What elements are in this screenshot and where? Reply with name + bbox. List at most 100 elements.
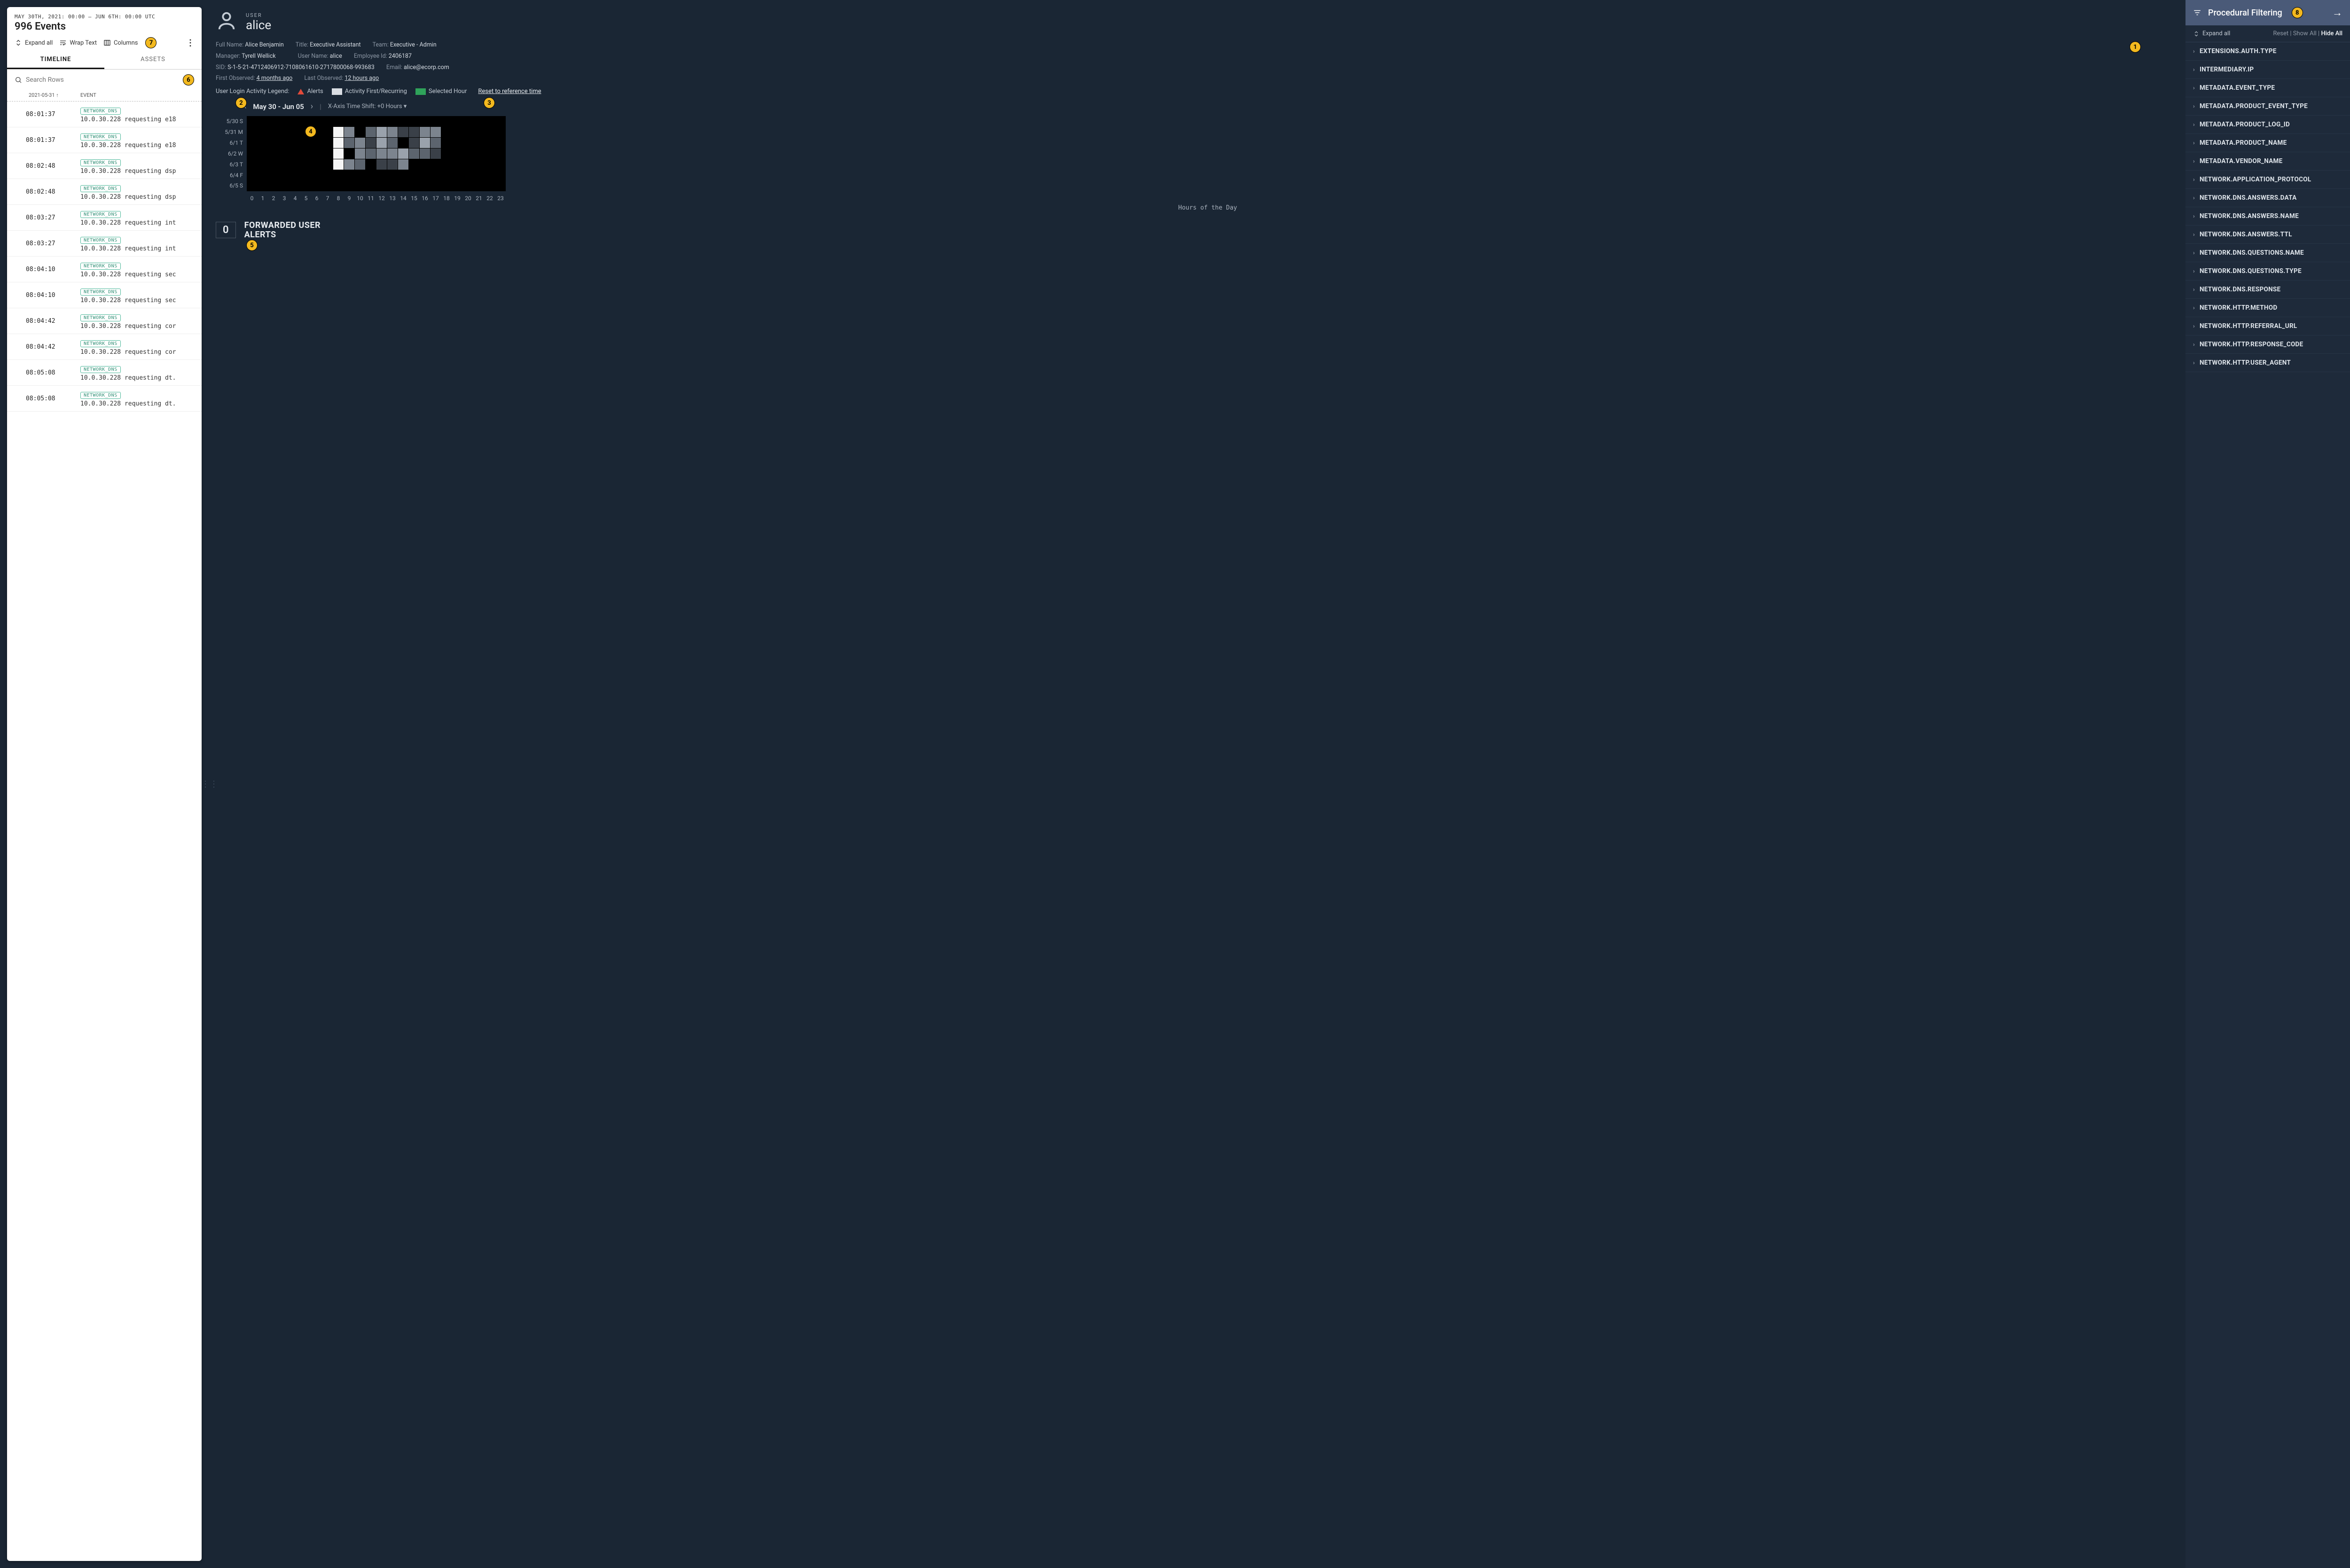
heatmap-cell[interactable] [268,159,279,170]
heatmap-cell[interactable] [322,170,333,180]
heatmap-cell[interactable] [420,181,430,191]
heatmap-cell[interactable] [495,148,506,159]
heatmap-cell[interactable] [463,127,473,137]
heatmap-cell[interactable] [355,138,365,148]
wrap-text-button[interactable]: Wrap Text [59,39,97,47]
heatmap-cell[interactable] [441,116,452,126]
heatmap-cell[interactable] [431,159,441,170]
heatmap-cell[interactable] [258,138,268,148]
heatmap-cell[interactable] [485,138,495,148]
filter-item[interactable]: ›NETWORK.DNS.RESPONSE [2186,281,2350,299]
filter-item[interactable]: ›NETWORK.DNS.QUESTIONS.NAME [2186,244,2350,262]
filter-item[interactable]: ›NETWORK.HTTP.RESPONSE_CODE [2186,335,2350,354]
heatmap-cell[interactable] [398,159,408,170]
heatmap-cell[interactable] [420,159,430,170]
more-menu-button[interactable]: ⋮ [186,38,194,48]
heatmap-cell[interactable] [431,170,441,180]
heatmap-cell[interactable] [290,170,300,180]
heatmap-cell[interactable] [366,116,376,126]
filter-item[interactable]: ›NETWORK.APPLICATION_PROTOCOL [2186,171,2350,189]
heatmap-cell[interactable] [333,116,344,126]
heatmap-cell[interactable] [398,148,408,159]
heatmap-cell[interactable] [452,127,462,137]
heatmap-cell[interactable] [247,181,257,191]
heatmap-cell[interactable] [431,116,441,126]
heatmap-cell[interactable] [366,159,376,170]
heatmap-cell[interactable] [247,127,257,137]
heatmap-cell[interactable] [441,159,452,170]
heatmap-cell[interactable] [431,181,441,191]
heatmap-cell[interactable] [376,138,387,148]
heatmap-cell[interactable] [420,127,430,137]
heatmap-cell[interactable] [398,127,408,137]
heatmap-cell[interactable] [247,116,257,126]
heatmap-cell[interactable] [312,170,322,180]
heatmap-cell[interactable] [485,181,495,191]
heatmap-cell[interactable] [420,138,430,148]
heatmap-cell[interactable] [312,159,322,170]
filter-item[interactable]: ›METADATA.PRODUCT_NAME [2186,134,2350,152]
filter-item[interactable]: ›EXTENSIONS.AUTH.TYPE [2186,42,2350,61]
heatmap-cell[interactable] [258,127,268,137]
heatmap-cell[interactable] [333,159,344,170]
filter-item[interactable]: ›NETWORK.HTTP.METHOD [2186,299,2350,317]
heatmap-cell[interactable] [344,148,354,159]
heatmap-cell[interactable] [398,181,408,191]
heatmap-cell[interactable] [279,138,290,148]
heatmap-cell[interactable] [279,159,290,170]
heatmap-cell[interactable] [387,148,398,159]
heatmap-cell[interactable] [247,159,257,170]
heatmap-cell[interactable] [279,116,290,126]
heatmap-cell[interactable] [495,181,506,191]
next-week-button[interactable]: › [311,101,313,111]
heatmap-cell[interactable] [409,170,419,180]
filter-item[interactable]: ›METADATA.PRODUCT_LOG_ID [2186,116,2350,134]
heatmap-cell[interactable] [301,159,311,170]
heatmap-cell[interactable] [485,116,495,126]
heatmap-cell[interactable] [301,116,311,126]
heatmap-cell[interactable] [268,138,279,148]
heatmap-cell[interactable] [268,170,279,180]
heatmap-cell[interactable] [431,138,441,148]
heatmap-cell[interactable] [290,138,300,148]
heatmap-cell[interactable] [258,148,268,159]
heatmap-cell[interactable] [387,170,398,180]
filter-item[interactable]: ›METADATA.EVENT_TYPE [2186,79,2350,97]
heatmap-cell[interactable] [387,127,398,137]
table-row[interactable]: 08:04:10NETWORK_DNS10.0.30.228 requestin… [7,282,202,308]
heatmap-cell[interactable] [312,116,322,126]
table-row[interactable]: 08:04:42NETWORK_DNS10.0.30.228 requestin… [7,334,202,360]
heatmap-cell[interactable] [355,181,365,191]
table-row[interactable]: 08:04:10NETWORK_DNS10.0.30.228 requestin… [7,257,202,282]
heatmap-cell[interactable] [355,159,365,170]
heatmap-cell[interactable] [366,138,376,148]
heatmap-cell[interactable] [333,170,344,180]
reset-time-link[interactable]: Reset to reference time [478,88,541,95]
filter-item[interactable]: ›INTERMEDIARY.IP [2186,61,2350,79]
search-input[interactable] [26,76,179,84]
heatmap-cell[interactable] [398,170,408,180]
heatmap-cell[interactable] [376,170,387,180]
heatmap-cell[interactable] [333,127,344,137]
heatmap-cell[interactable] [376,116,387,126]
table-row[interactable]: 08:02:48NETWORK_DNS10.0.30.228 requestin… [7,179,202,205]
heatmap-cell[interactable] [398,138,408,148]
heatmap-cell[interactable] [290,148,300,159]
heatmap-cell[interactable] [441,138,452,148]
heatmap-cell[interactable] [420,148,430,159]
heatmap-cell[interactable] [495,159,506,170]
filter-item[interactable]: ›METADATA.VENDOR_NAME [2186,152,2350,171]
heatmap-cell[interactable] [344,127,354,137]
heatmap-cell[interactable] [431,148,441,159]
heatmap-cell[interactable] [312,148,322,159]
col-date-header[interactable]: 2021-05-31 ↑ [15,92,80,98]
heatmap-cell[interactable] [279,148,290,159]
heatmap-cell[interactable] [290,159,300,170]
heatmap-cell[interactable] [441,170,452,180]
filter-item[interactable]: ›NETWORK.DNS.ANSWERS.NAME [2186,207,2350,226]
heatmap-cell[interactable] [452,116,462,126]
heatmap-cell[interactable] [279,181,290,191]
heatmap-cell[interactable] [409,148,419,159]
heatmap-cell[interactable] [301,138,311,148]
filter-expand-all-button[interactable]: Expand all [2193,30,2230,37]
